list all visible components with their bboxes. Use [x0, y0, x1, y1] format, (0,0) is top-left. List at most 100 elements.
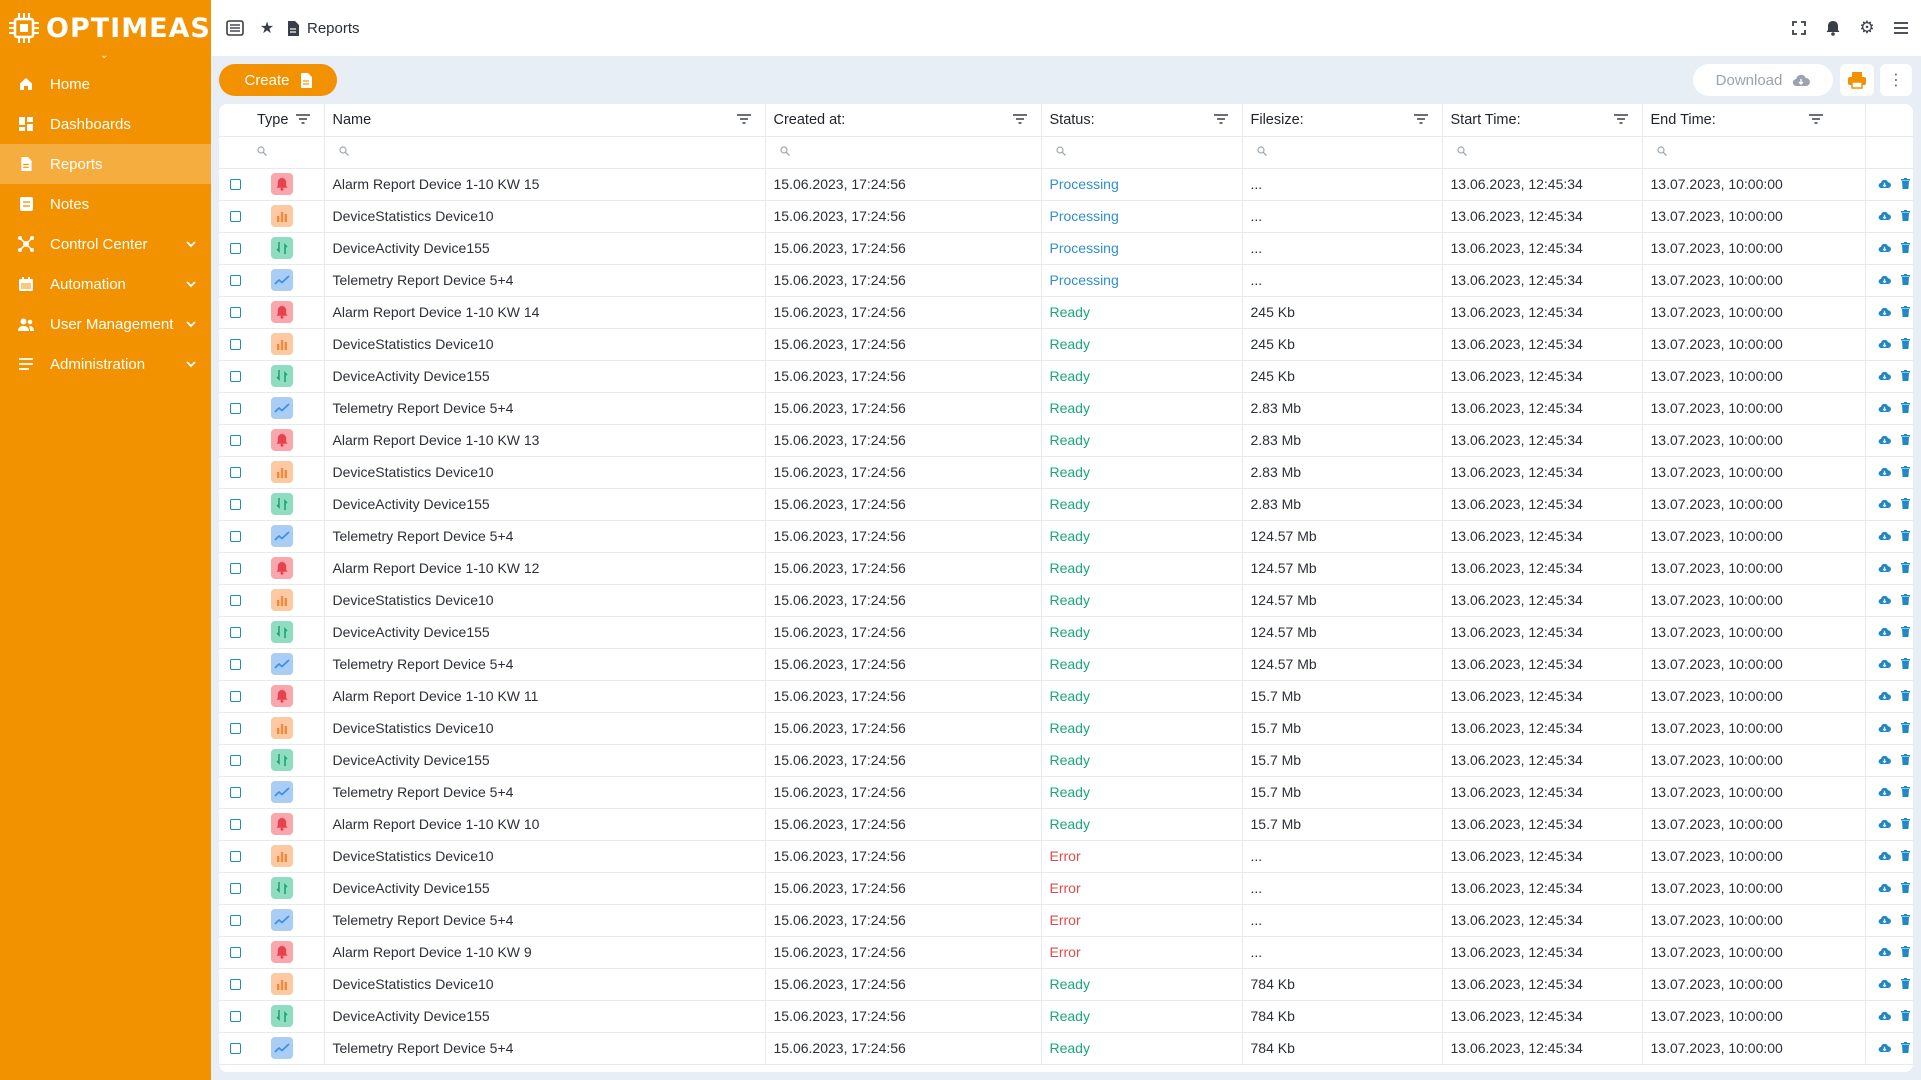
trash-icon[interactable]: [1900, 1008, 1910, 1024]
table-row[interactable]: Alarm Report Device 1-10 KW 13 15.06.2023…: [219, 424, 1913, 457]
sidebar-toggle-icon[interactable]: [225, 18, 245, 38]
filter-icon[interactable]: [1613, 112, 1628, 128]
table-row[interactable]: Telemetry Report Device 5+4 15.06.2023, 1…: [219, 776, 1913, 809]
cloud-download-icon[interactable]: [1878, 592, 1891, 608]
cloud-download-icon[interactable]: [1878, 528, 1891, 544]
trash-icon[interactable]: [1900, 208, 1910, 224]
trash-icon[interactable]: [1900, 656, 1910, 672]
column-search-input[interactable]: [1442, 136, 1643, 169]
cloud-download-icon[interactable]: [1878, 176, 1891, 192]
column-header[interactable]: Name: [324, 104, 766, 137]
sidebar-item-control-center[interactable]: Control Center: [0, 224, 211, 264]
table-row[interactable]: DeviceStatistics Device10 15.06.2023, 17:…: [219, 968, 1913, 1001]
row-checkbox[interactable]: [230, 402, 241, 414]
cloud-download-icon[interactable]: [1878, 400, 1891, 416]
filter-icon[interactable]: [1808, 112, 1823, 128]
table-row[interactable]: Telemetry Report Device 5+4 15.06.2023, 1…: [219, 520, 1913, 553]
table-row[interactable]: Alarm Report Device 1-10 KW 15 15.06.2023…: [219, 168, 1913, 201]
trash-icon[interactable]: [1900, 624, 1910, 640]
row-checkbox[interactable]: [230, 1010, 241, 1022]
table-row[interactable]: DeviceActivity Device155 15.06.2023, 17:2…: [219, 616, 1913, 649]
row-checkbox[interactable]: [230, 178, 241, 190]
cloud-download-icon[interactable]: [1878, 496, 1891, 512]
table-row[interactable]: Alarm Report Device 1-10 KW 12 15.06.2023…: [219, 552, 1913, 585]
sidebar-item-automation[interactable]: Automation: [0, 264, 211, 304]
trash-icon[interactable]: [1900, 944, 1910, 960]
row-checkbox[interactable]: [230, 882, 241, 894]
trash-icon[interactable]: [1900, 368, 1910, 384]
cloud-download-icon[interactable]: [1878, 240, 1891, 256]
table-row[interactable]: Alarm Report Device 1-10 KW 14 15.06.2023…: [219, 296, 1913, 329]
filter-icon[interactable]: [1213, 112, 1228, 128]
cloud-download-icon[interactable]: [1878, 336, 1891, 352]
row-checkbox[interactable]: [230, 242, 241, 254]
sidebar-item-home[interactable]: Home: [0, 64, 211, 104]
row-checkbox[interactable]: [230, 690, 241, 702]
trash-icon[interactable]: [1900, 848, 1910, 864]
cloud-download-icon[interactable]: [1878, 432, 1891, 448]
print-button[interactable]: [1840, 64, 1874, 96]
column-header[interactable]: Start Time:: [1442, 104, 1643, 137]
filter-icon[interactable]: [736, 112, 751, 128]
trash-icon[interactable]: [1900, 592, 1910, 608]
trash-icon[interactable]: [1900, 720, 1910, 736]
bell-icon[interactable]: [1823, 18, 1843, 38]
cloud-download-icon[interactable]: [1878, 752, 1891, 768]
trash-icon[interactable]: [1900, 528, 1910, 544]
row-checkbox[interactable]: [230, 562, 241, 574]
row-checkbox[interactable]: [230, 850, 241, 862]
table-row[interactable]: DeviceActivity Device155 15.06.2023, 17:2…: [219, 744, 1913, 777]
trash-icon[interactable]: [1900, 464, 1910, 480]
cloud-download-icon[interactable]: [1878, 912, 1891, 928]
trash-icon[interactable]: [1900, 752, 1910, 768]
trash-icon[interactable]: [1900, 240, 1910, 256]
filter-icon[interactable]: [1012, 112, 1027, 128]
brand-logo[interactable]: OPTIMEAS: [0, 0, 211, 56]
trash-icon[interactable]: [1900, 272, 1910, 288]
cloud-download-icon[interactable]: [1878, 624, 1891, 640]
row-checkbox[interactable]: [230, 626, 241, 638]
cloud-download-icon[interactable]: [1878, 880, 1891, 896]
more-options-button[interactable]: ⋮: [1880, 64, 1912, 96]
chevron-down-icon[interactable]: [179, 317, 203, 331]
row-checkbox[interactable]: [230, 274, 241, 286]
trash-icon[interactable]: [1900, 1040, 1910, 1056]
sidebar-item-notes[interactable]: Notes: [0, 184, 211, 224]
column-header[interactable]: Type: [219, 104, 325, 137]
table-row[interactable]: DeviceActivity Device155 15.06.2023, 17:2…: [219, 872, 1913, 905]
trash-icon[interactable]: [1900, 912, 1910, 928]
trash-icon[interactable]: [1900, 784, 1910, 800]
sidebar-item-administration[interactable]: Administration: [0, 344, 211, 384]
row-checkbox[interactable]: [230, 594, 241, 606]
star-icon[interactable]: ★: [257, 18, 277, 38]
sidebar-item-reports[interactable]: Reports: [0, 144, 211, 184]
table-row[interactable]: DeviceStatistics Device10 15.06.2023, 17:…: [219, 328, 1913, 361]
column-search-input[interactable]: [765, 136, 1042, 169]
row-checkbox[interactable]: [230, 498, 241, 510]
row-checkbox[interactable]: [230, 754, 241, 766]
trash-icon[interactable]: [1900, 400, 1910, 416]
row-checkbox[interactable]: [230, 466, 241, 478]
row-checkbox[interactable]: [230, 914, 241, 926]
column-header[interactable]: Created at:: [765, 104, 1042, 137]
sidebar-item-user-management[interactable]: User Management: [0, 304, 211, 344]
cloud-download-icon[interactable]: [1878, 208, 1891, 224]
download-button[interactable]: Download: [1693, 64, 1833, 96]
table-row[interactable]: Telemetry Report Device 5+4 15.06.2023, 1…: [219, 1032, 1913, 1065]
table-row[interactable]: Alarm Report Device 1-10 KW 11 15.06.2023…: [219, 680, 1913, 713]
cloud-download-icon[interactable]: [1878, 944, 1891, 960]
trash-icon[interactable]: [1900, 336, 1910, 352]
trash-icon[interactable]: [1900, 816, 1910, 832]
cloud-download-icon[interactable]: [1878, 560, 1891, 576]
row-checkbox[interactable]: [230, 722, 241, 734]
table-row[interactable]: Telemetry Report Device 5+4 15.06.2023, 1…: [219, 648, 1913, 681]
trash-icon[interactable]: [1900, 560, 1910, 576]
trash-icon[interactable]: [1900, 432, 1910, 448]
trash-icon[interactable]: [1900, 496, 1910, 512]
table-row[interactable]: Telemetry Report Device 5+4 15.06.2023, 1…: [219, 904, 1913, 937]
row-checkbox[interactable]: [230, 338, 241, 350]
table-row[interactable]: DeviceActivity Device155 15.06.2023, 17:2…: [219, 360, 1913, 393]
fullscreen-icon[interactable]: [1789, 18, 1809, 38]
trash-icon[interactable]: [1900, 688, 1910, 704]
chevron-down-icon[interactable]: [179, 277, 203, 291]
